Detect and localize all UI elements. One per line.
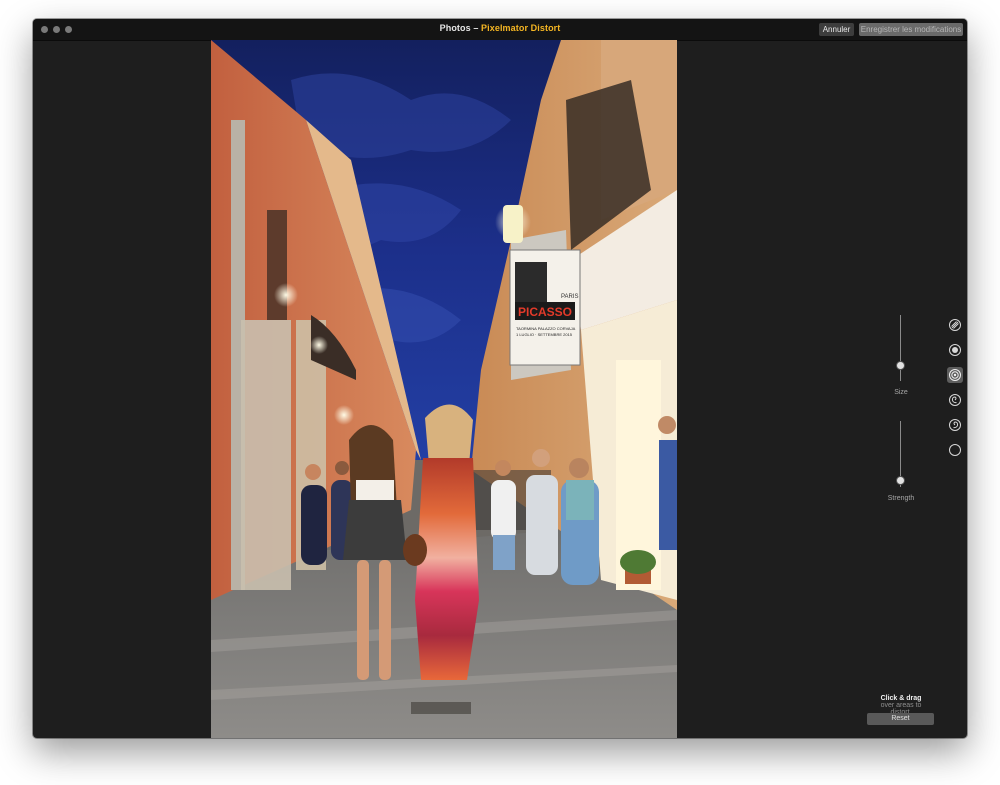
pinch-tool-button[interactable] — [947, 367, 963, 383]
save-changes-button[interactable]: Enregistrer les modifications — [859, 23, 963, 36]
reset-button[interactable]: Reset — [867, 713, 934, 725]
bump-tool-button[interactable] — [947, 342, 963, 358]
strength-label: Strength — [887, 495, 915, 502]
poster-small-text: PARIS — [561, 294, 579, 300]
smudge-tool-button[interactable] — [947, 317, 963, 333]
distort-panel: Size Strength Click & drag over areas to… — [879, 40, 967, 738]
app-window: Photos – Pixelmator Distort Annuler Enre… — [33, 19, 967, 738]
title-separator: – — [470, 23, 482, 33]
restore-tool-button[interactable] — [947, 442, 963, 458]
poster-title-text: PICASSO — [518, 305, 572, 319]
twirl-ccw-tool-button[interactable] — [947, 417, 963, 433]
restore-tool-icon — [949, 444, 961, 456]
hint-line-1: over areas to — [880, 702, 922, 709]
strength-slider-knob[interactable] — [897, 477, 904, 485]
size-slider[interactable] — [900, 315, 901, 381]
poster-dates-text: 1 LUGLIO · SETTEMBRE 2015 — [516, 332, 573, 337]
title-extension-name: Pixelmator Distort — [481, 23, 561, 33]
poster-venue-text: TAORMINA PALAZZO CORVAJA — [516, 326, 576, 331]
smudge-tool-icon — [949, 319, 961, 331]
street-photo[interactable]: PARIS PICASSO TAORMINA PALAZZO CORVAJA 1… — [211, 40, 677, 738]
bump-tool-icon — [949, 344, 961, 356]
size-slider-knob[interactable] — [897, 361, 904, 369]
hint-title: Click & drag — [880, 695, 922, 702]
size-label: Size — [894, 389, 908, 396]
cancel-button[interactable]: Annuler — [819, 23, 854, 36]
twirl-ccw-tool-icon — [949, 419, 961, 431]
photo-canvas[interactable]: PARIS PICASSO TAORMINA PALAZZO CORVAJA 1… — [211, 40, 677, 738]
pinch-tool-icon — [949, 369, 961, 381]
title-app-name: Photos — [439, 23, 471, 33]
twirl-cw-tool-button[interactable] — [947, 392, 963, 408]
twirl-cw-tool-icon — [949, 394, 961, 406]
title-bar: Photos – Pixelmator Distort Annuler Enre… — [33, 19, 967, 41]
